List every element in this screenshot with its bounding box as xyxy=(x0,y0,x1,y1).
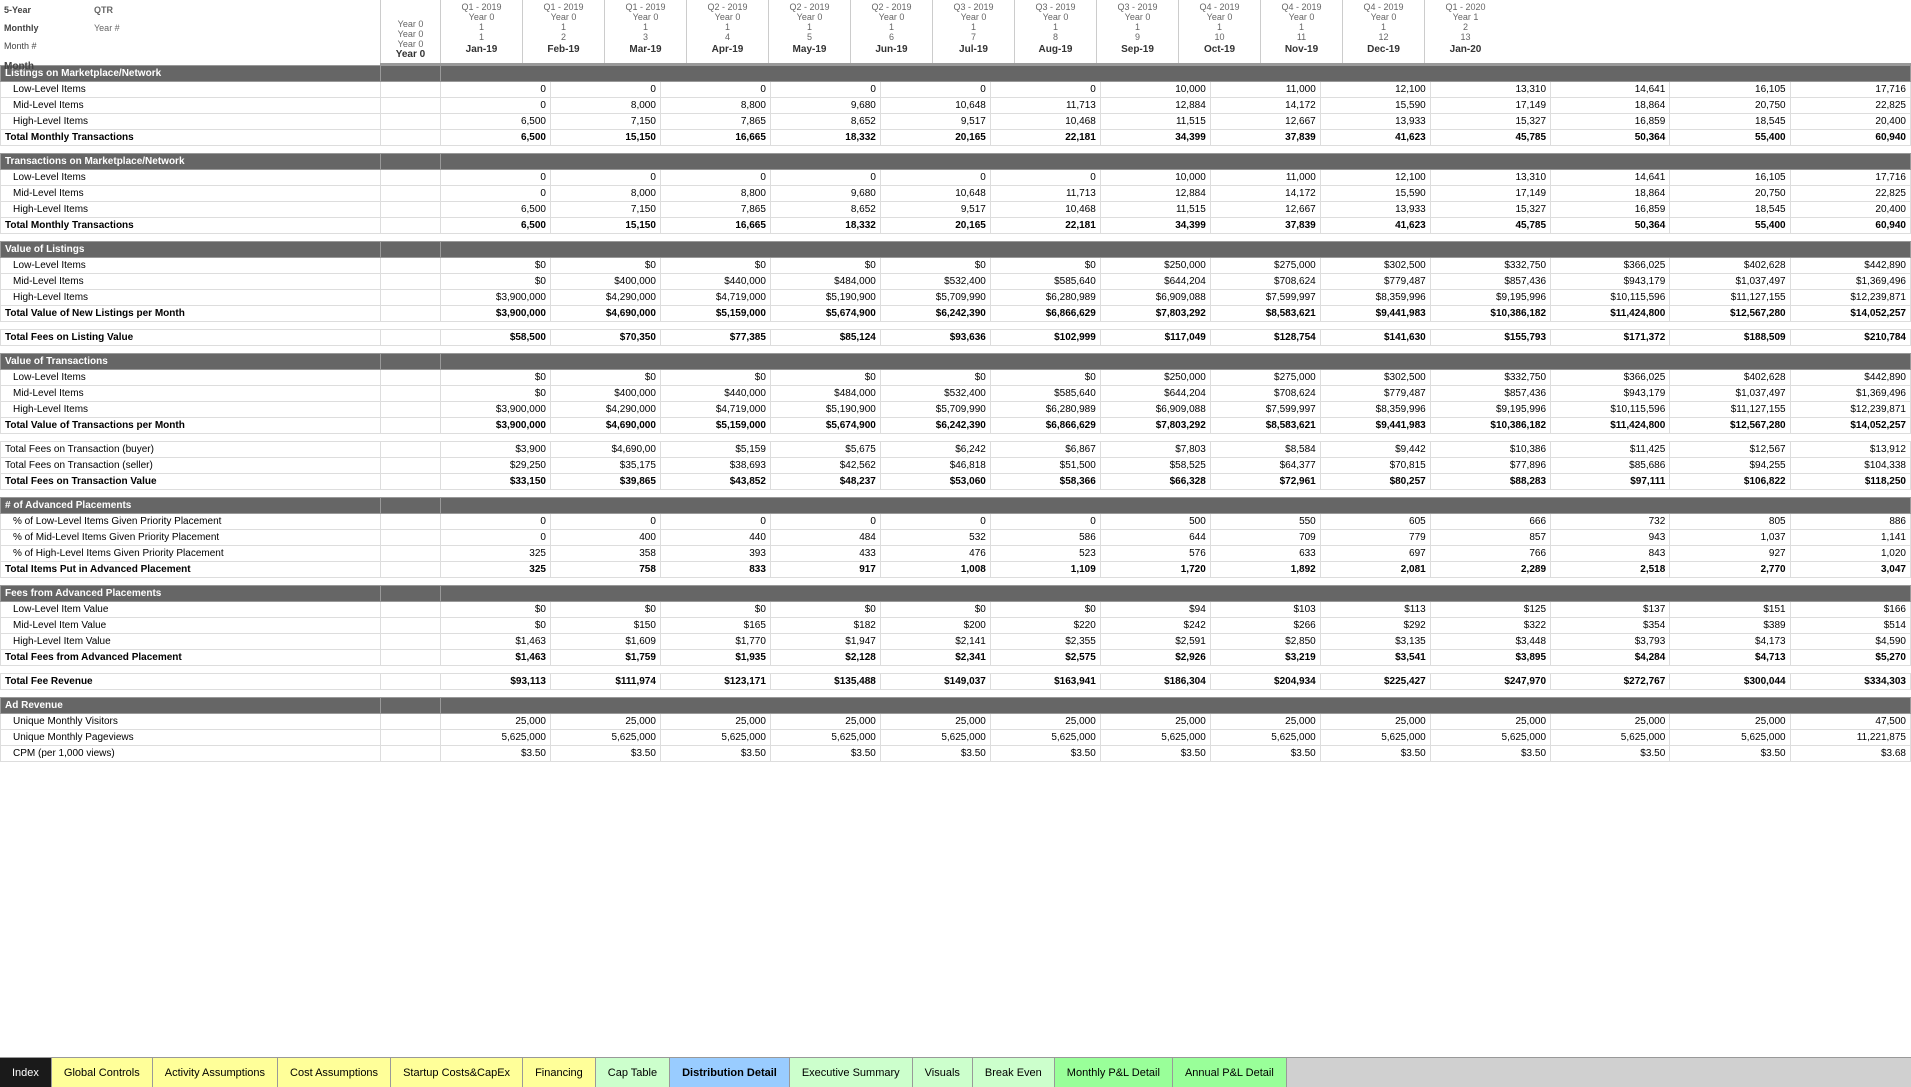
col-header-nov19: Q4 - 2019 Year 0 1 11 Nov-19 xyxy=(1260,0,1342,63)
tab-monthly-pl[interactable]: Monthly P&L Detail xyxy=(1055,1058,1173,1087)
table-row: Unique Monthly Visitors 25,000 25,000 25… xyxy=(1,714,1911,730)
table-row: Low-Level Items 0 0 0 0 0 0 10,000 11,00… xyxy=(1,170,1911,186)
col-header-jan19: Q1 - 2019 Year 0 1 1 Jan-19 xyxy=(440,0,522,63)
section-header-ad-revenue: Ad Revenue xyxy=(1,698,1911,714)
tab-annual-pl[interactable]: Annual P&L Detail xyxy=(1173,1058,1287,1087)
col-header-sep19: Q3 - 2019 Year 0 1 9 Sep-19 xyxy=(1096,0,1178,63)
month-label: Month # xyxy=(4,41,84,51)
col-header-feb19: Q1 - 2019 Year 0 1 2 Feb-19 xyxy=(522,0,604,63)
col-header-dec19: Q4 - 2019 Year 0 1 12 Dec-19 xyxy=(1342,0,1424,63)
table-row: High-Level Items 6,500 7,150 7,865 8,652… xyxy=(1,114,1911,130)
table-row-total: Total Items Put in Advanced Placement 32… xyxy=(1,562,1911,578)
tab-visuals[interactable]: Visuals xyxy=(913,1058,973,1087)
table-row: High-Level Items 6,500 7,150 7,865 8,652… xyxy=(1,202,1911,218)
col-header-year0: Year 0 Year 0 Year 0 Year 0 xyxy=(380,0,440,63)
table-row-total: Total Monthly Transactions 6,500 15,150 … xyxy=(1,218,1911,234)
table-row-total: Total Value of New Listings per Month $3… xyxy=(1,306,1911,322)
col-header-may19: Q2 - 2019 Year 0 1 5 May-19 xyxy=(768,0,850,63)
table-row: High-Level Items $3,900,000 $4,290,000 $… xyxy=(1,402,1911,418)
tab-cost-assumptions[interactable]: Cost Assumptions xyxy=(278,1058,391,1087)
table-row-total: Total Fees from Advanced Placement $1,46… xyxy=(1,650,1911,666)
table-row: Total Fees on Transaction (seller) $29,2… xyxy=(1,458,1911,474)
year-label: Year # xyxy=(94,23,120,33)
table-row: Mid-Level Items $0 $400,000 $440,000 $48… xyxy=(1,274,1911,290)
tab-executive-summary[interactable]: Executive Summary xyxy=(790,1058,913,1087)
table-row: % of Mid-Level Items Given Priority Plac… xyxy=(1,530,1911,546)
table-row: Low-Level Items 0 0 0 0 0 0 10,000 11,00… xyxy=(1,82,1911,98)
period-5year-label: 5-Year xyxy=(4,5,84,15)
table-row: Mid-Level Item Value $0 $150 $165 $182 $… xyxy=(1,618,1911,634)
section-header-transactions: Transactions on Marketplace/Network xyxy=(1,154,1911,170)
tab-financing[interactable]: Financing xyxy=(523,1058,596,1087)
tab-distribution-detail[interactable]: Distribution Detail xyxy=(670,1058,790,1087)
tab-global-controls[interactable]: Global Controls xyxy=(52,1058,153,1087)
table-row: CPM (per 1,000 views) $3.50 $3.50 $3.50 … xyxy=(1,746,1911,762)
qtr-label: QTR xyxy=(94,5,113,15)
section-header-fees-placements: Fees from Advanced Placements xyxy=(1,586,1911,602)
table-row: High-Level Item Value $1,463 $1,609 $1,7… xyxy=(1,634,1911,650)
data-scroll-area[interactable]: Listings on Marketplace/Network Low-Leve… xyxy=(0,65,1911,1057)
table-row-total: Total Monthly Transactions 6,500 15,150 … xyxy=(1,130,1911,146)
table-row: Unique Monthly Pageviews 5,625,000 5,625… xyxy=(1,730,1911,746)
table-row: Total Fees on Transaction (buyer) $3,900… xyxy=(1,442,1911,458)
tab-cap-table[interactable]: Cap Table xyxy=(596,1058,670,1087)
tab-activity-assumptions[interactable]: Activity Assumptions xyxy=(153,1058,278,1087)
table-row: Mid-Level Items 0 8,000 8,800 9,680 10,6… xyxy=(1,98,1911,114)
table-row-total: Total Fees on Transaction Value $33,150 … xyxy=(1,474,1911,490)
table-row: Mid-Level Items 0 8,000 8,800 9,680 10,6… xyxy=(1,186,1911,202)
tab-index[interactable]: Index xyxy=(0,1058,52,1087)
table-row: Low-Level Items $0 $0 $0 $0 $0 $0 $250,0… xyxy=(1,370,1911,386)
tabs-bar: Index Global Controls Activity Assumptio… xyxy=(0,1057,1911,1087)
section-header-value-transactions: Value of Transactions xyxy=(1,354,1911,370)
col-header-aug19: Q3 - 2019 Year 0 1 8 Aug-19 xyxy=(1014,0,1096,63)
table-row: % of Low-Level Items Given Priority Plac… xyxy=(1,514,1911,530)
col-header-jul19: Q3 - 2019 Year 0 1 7 Jul-19 xyxy=(932,0,1014,63)
section-header-placements: # of Advanced Placements xyxy=(1,498,1911,514)
col-header-jan20: Q1 - 2020 Year 1 2 13 Jan-20 xyxy=(1424,0,1506,63)
table-row-standalone: Total Fees on Listing Value $58,500 $70,… xyxy=(1,330,1911,346)
period-label-area: 5-Year QTR Monthly Year # Month # Month xyxy=(0,0,380,65)
table-row: Low-Level Item Value $0 $0 $0 $0 $0 $0 $… xyxy=(1,602,1911,618)
table-row: % of High-Level Items Given Priority Pla… xyxy=(1,546,1911,562)
col-header-mar19: Q1 - 2019 Year 0 1 3 Mar-19 xyxy=(604,0,686,63)
table-row: High-Level Items $3,900,000 $4,290,000 $… xyxy=(1,290,1911,306)
section-header-value-listings: Value of Listings xyxy=(1,242,1911,258)
col-header-oct19: Q4 - 2019 Year 0 1 10 Oct-19 xyxy=(1178,0,1260,63)
month-column-header: Month xyxy=(4,61,34,72)
period-monthly-label: Monthly xyxy=(4,23,84,33)
tab-startup-costs[interactable]: Startup Costs&CapEx xyxy=(391,1058,523,1087)
table-row: Mid-Level Items $0 $400,000 $440,000 $48… xyxy=(1,386,1911,402)
table-row-total-fee-revenue: Total Fee Revenue $93,113 $111,974 $123,… xyxy=(1,674,1911,690)
table-row: Low-Level Items $0 $0 $0 $0 $0 $0 $250,0… xyxy=(1,258,1911,274)
tab-break-even[interactable]: Break Even xyxy=(973,1058,1055,1087)
table-row-total: Total Value of Transactions per Month $3… xyxy=(1,418,1911,434)
row-label: Low-Level Items xyxy=(1,82,381,98)
col-header-apr19: Q2 - 2019 Year 0 1 4 Apr-19 xyxy=(686,0,768,63)
col-header-jun19: Q2 - 2019 Year 0 1 6 Jun-19 xyxy=(850,0,932,63)
